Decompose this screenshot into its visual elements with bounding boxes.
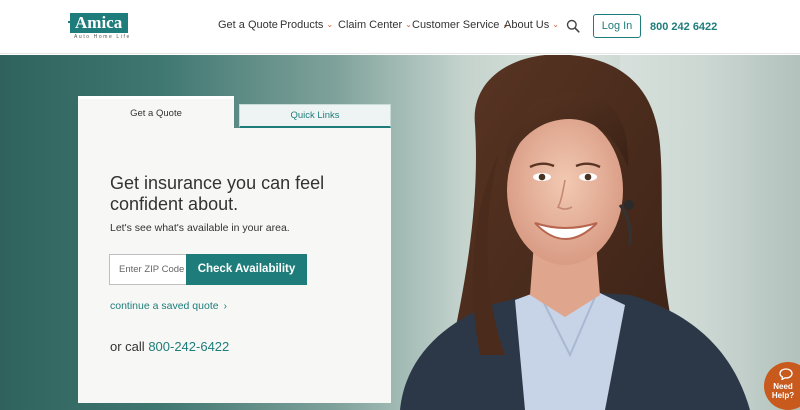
tab-get-a-quote[interactable]: Get a Quote [78, 96, 234, 128]
card-subtext: Let's see what's available in your area. [110, 222, 290, 234]
chevron-down-icon: ⌄ [552, 20, 559, 29]
nav-label: About Us [504, 19, 550, 31]
chevron-right-icon: › [223, 301, 227, 312]
need-help-label: Need Help? [771, 382, 795, 400]
nav-about-us[interactable]: About Us ⌄ [504, 19, 559, 31]
call-phone-link[interactable]: 800-242-6422 [148, 339, 229, 354]
zip-code-input[interactable] [109, 254, 187, 285]
continue-saved-quote-link[interactable]: continue a saved quote › [110, 300, 227, 312]
chevron-down-icon: ⌄ [326, 20, 334, 29]
nav-label: Claim Center [338, 19, 403, 31]
logo-wordmark: Amica [70, 13, 129, 33]
search-icon[interactable] [566, 19, 580, 33]
nav-label: Customer Service [412, 19, 500, 31]
call-line: or call 800-242-6422 [110, 339, 229, 354]
log-in-button[interactable]: Log In [593, 14, 641, 38]
nav-label: Products [280, 19, 324, 31]
nav-label: Get a Quote [218, 19, 278, 31]
hero-person-image [400, 55, 800, 410]
nav-products[interactable]: Products ⌄ [280, 19, 333, 31]
nav-customer-service[interactable]: Customer Service ⌄ [412, 19, 509, 31]
saved-quote-label: continue a saved quote [110, 300, 219, 312]
logo-tagline: Auto Home Life [74, 34, 131, 40]
check-availability-button[interactable]: Check Availability [186, 254, 307, 285]
header-phone-link[interactable]: 800 242 6422 [650, 21, 717, 33]
chat-bubble-icon [779, 368, 793, 380]
nav-get-a-quote[interactable]: Get a Quote [218, 19, 278, 31]
call-prefix: or call [110, 339, 145, 354]
card-headline: Get insurance you can feel confident abo… [110, 173, 325, 214]
chevron-down-icon: ⌄ [405, 20, 412, 29]
tab-quick-links[interactable]: Quick Links [239, 104, 391, 128]
nav-claim-center[interactable]: Claim Center ⌄ [338, 19, 412, 31]
site-header: Amica Auto Home Life Get a Quote Product… [0, 0, 800, 54]
amica-logo[interactable]: Amica Auto Home Life [68, 13, 131, 41]
